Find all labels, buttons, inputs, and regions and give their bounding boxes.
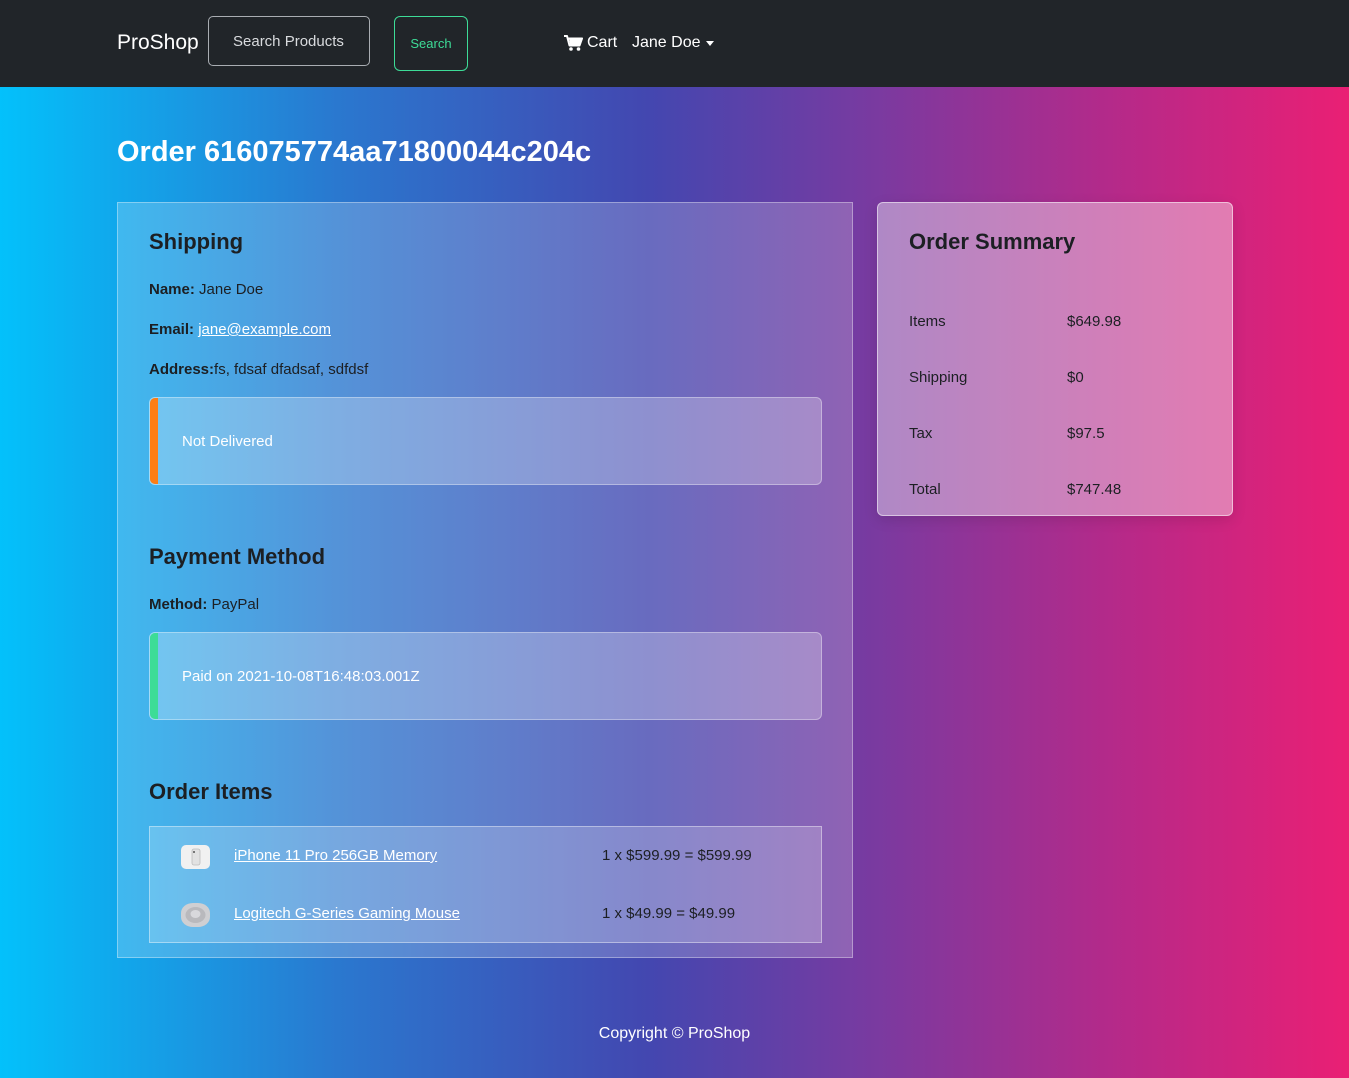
item-price-line: 1 x $49.99 = $49.99 bbox=[602, 905, 736, 922]
payment-heading: Payment Method bbox=[149, 544, 326, 569]
navbar: ProShop Search Cart Jane Doe bbox=[0, 0, 1349, 87]
shopping-cart-icon bbox=[564, 35, 583, 51]
status-indicator-bar bbox=[150, 398, 158, 484]
order-items-heading: Order Items bbox=[149, 779, 273, 804]
caret-down-icon bbox=[705, 40, 714, 46]
email-label: Email: bbox=[149, 321, 195, 338]
list-item: iPhone 11 Pro 256GB Memory 1 x $599.99 =… bbox=[150, 827, 821, 885]
summary-total-label: Total bbox=[909, 481, 941, 498]
page-title: Order 616075774aa71800044c204c bbox=[117, 136, 592, 168]
user-menu-dropdown[interactable]: Jane Doe bbox=[632, 34, 714, 52]
mouse-thumbnail-icon bbox=[181, 903, 210, 927]
delivery-status-text: Not Delivered bbox=[182, 433, 273, 450]
order-details-panel: Shipping Name: Jane Doe Email: jane@exam… bbox=[117, 202, 853, 958]
address-value: fs, fdsaf dfadsaf, sdfdsf bbox=[214, 361, 369, 378]
name-label: Name: bbox=[149, 281, 195, 298]
search-input[interactable] bbox=[208, 16, 370, 66]
email-link[interactable]: jane@example.com bbox=[198, 321, 331, 338]
payment-method: Method: PayPal bbox=[149, 596, 259, 613]
shipping-name: Name: Jane Doe bbox=[149, 281, 263, 298]
summary-shipping-label: Shipping bbox=[909, 369, 968, 386]
footer-copyright: Copyright © ProShop bbox=[598, 1025, 751, 1042]
address-label: Address: bbox=[149, 361, 215, 378]
name-value: Jane Doe bbox=[199, 281, 264, 298]
shipping-email: Email: jane@example.com bbox=[149, 321, 331, 338]
summary-items-label: Items bbox=[909, 313, 946, 330]
cart-link[interactable]: Cart bbox=[564, 34, 617, 52]
product-link[interactable]: Logitech G-Series Gaming Mouse bbox=[234, 905, 460, 922]
item-price-line: 1 x $599.99 = $599.99 bbox=[602, 847, 752, 864]
order-items-list: iPhone 11 Pro 256GB Memory 1 x $599.99 =… bbox=[149, 826, 822, 943]
delivery-status-alert: Not Delivered bbox=[149, 397, 822, 485]
summary-shipping-value: $0 bbox=[1067, 369, 1084, 386]
product-link[interactable]: iPhone 11 Pro 256GB Memory bbox=[234, 847, 437, 864]
status-indicator-bar bbox=[150, 633, 158, 719]
method-value: PayPal bbox=[211, 596, 260, 613]
shipping-address: Address:fs, fdsaf dfadsaf, sdfdsf bbox=[149, 361, 368, 378]
phone-thumbnail-icon bbox=[181, 845, 210, 869]
summary-tax-value: $97.5 bbox=[1067, 425, 1105, 442]
list-item: Logitech G-Series Gaming Mouse 1 x $49.9… bbox=[150, 885, 821, 943]
payment-status-text: Paid on 2021-10-08T16:48:03.001Z bbox=[182, 668, 420, 685]
order-summary-heading: Order Summary bbox=[909, 229, 1076, 254]
order-summary-card: Order Summary Items $649.98 Shipping $0 … bbox=[877, 202, 1233, 516]
summary-tax-label: Tax bbox=[909, 425, 933, 442]
user-name: Jane Doe bbox=[632, 34, 701, 51]
payment-status-alert: Paid on 2021-10-08T16:48:03.001Z bbox=[149, 632, 822, 720]
summary-items-value: $649.98 bbox=[1067, 313, 1122, 330]
shipping-heading: Shipping bbox=[149, 229, 244, 254]
search-button[interactable]: Search bbox=[394, 16, 468, 71]
cart-label: Cart bbox=[587, 34, 618, 51]
summary-total-value: $747.48 bbox=[1067, 481, 1122, 498]
method-label: Method: bbox=[149, 596, 208, 613]
brand-logo-link[interactable]: ProShop bbox=[117, 31, 199, 55]
